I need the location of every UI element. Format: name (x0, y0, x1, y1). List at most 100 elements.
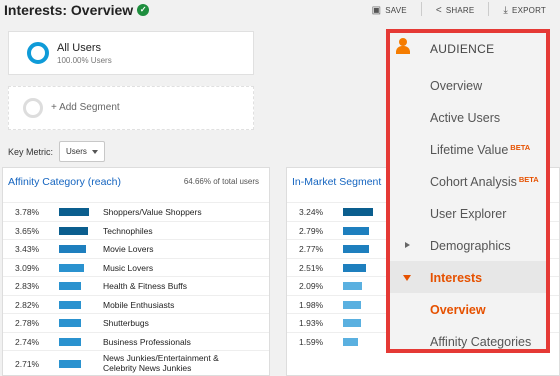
row-percent: 3.24% (299, 207, 324, 217)
row-bar (343, 245, 369, 253)
table-row[interactable]: 3.65% Technophiles (3, 220, 269, 240)
table-row[interactable]: 2.74% Business Professionals (3, 331, 269, 351)
affinity-panel: Affinity Category (reach) 64.66% of tota… (2, 167, 270, 376)
chevron-down-icon (92, 150, 98, 154)
beta-badge: BETA (518, 175, 539, 184)
menu-item-text: Interests (430, 271, 483, 285)
menu-item-label: Demographics (430, 239, 511, 253)
empty-segment-icon (23, 98, 43, 118)
row-percent: 2.78% (15, 318, 40, 328)
menu-item-text: User Explorer (430, 207, 507, 221)
row-percent: 2.09% (299, 281, 324, 291)
row-label[interactable]: Business Professionals (103, 337, 191, 347)
row-percent: 2.71% (15, 359, 40, 369)
row-bar (343, 319, 361, 327)
audience-header[interactable]: AUDIENCE (390, 33, 546, 65)
row-percent: 2.74% (15, 336, 40, 347)
share-button[interactable]: < SHARE (436, 4, 475, 16)
menu-item[interactable]: Demographics (390, 229, 546, 261)
table-row[interactable]: 2.71% News Junkies/Entertainment & Celebr… (3, 350, 269, 376)
menu-item-label: Active Users (430, 111, 500, 125)
menu-item-label: Cohort Analysis BETA (430, 175, 539, 189)
menu-item-label: User Explorer (430, 207, 506, 221)
menu-item[interactable]: Affinity Categories (390, 325, 546, 357)
row-label[interactable]: Health & Fitness Buffs (103, 281, 187, 291)
row-percent: 1.59% (299, 336, 324, 347)
row-bar (343, 282, 363, 290)
in-market-title[interactable]: In-Market Segment (292, 176, 381, 188)
chevron-down-icon (403, 275, 411, 281)
row-percent: 2.51% (299, 262, 324, 273)
row-percent: 1.93% (299, 318, 324, 328)
row-label[interactable]: Technophiles (103, 226, 153, 236)
menu-item[interactable]: Active Users (390, 101, 546, 133)
audience-menu-items: Overview Active Users Lifetime Value BETA Co… (390, 69, 546, 357)
beta-badge: BETA (510, 143, 531, 152)
row-percent: 3.65% (15, 225, 40, 236)
row-bar (343, 337, 358, 346)
table-row[interactable]: 2.82% Mobile Enthusiasts (3, 294, 269, 314)
table-row[interactable]: 3.78% Shoppers/Value Shoppers (3, 202, 269, 221)
save-label: SAVE (385, 5, 407, 15)
row-percent: 3.78% (15, 207, 40, 217)
divider (488, 2, 490, 16)
menu-item-text: Cohort Analysis (430, 175, 517, 189)
row-bar (59, 208, 89, 216)
menu-item[interactable]: Overview (390, 293, 546, 325)
menu-item[interactable]: Cohort Analysis BETA (390, 165, 546, 197)
row-bar (343, 263, 367, 272)
export-icon: ⤓ (503, 4, 509, 16)
verified-check-icon: ✓ (137, 4, 150, 16)
affinity-rows: 3.78% Shoppers/Value Shoppers 3.65% Technop… (3, 202, 269, 376)
menu-item[interactable]: User Explorer (390, 197, 546, 229)
table-row[interactable]: 2.78% Shutterbugs (3, 313, 269, 332)
row-percent: 2.77% (299, 244, 324, 254)
menu-item-text: Active Users (430, 111, 501, 125)
affinity-subtitle: 64.66% of total users (183, 177, 259, 186)
chevron-right-icon (405, 242, 410, 248)
save-button[interactable]: ▣ SAVE (372, 4, 407, 16)
row-bar (59, 319, 82, 327)
export-button[interactable]: ⤓ EXPORT (503, 4, 546, 16)
row-percent: 2.83% (15, 281, 40, 291)
menu-item-label: Overview (430, 79, 482, 93)
row-label[interactable]: Mobile Enthusiasts (103, 300, 174, 310)
menu-item-label: Interests (430, 271, 482, 285)
segment-share: 100.00% Users (57, 56, 112, 65)
row-label[interactable]: Shutterbugs (103, 318, 149, 328)
affinity-title[interactable]: Affinity Category (reach) (8, 176, 121, 188)
segment-ring-icon (27, 42, 49, 64)
add-segment-label: + Add Segment (51, 102, 120, 113)
share-label: SHARE (445, 5, 475, 15)
row-label[interactable]: Shoppers/Value Shoppers (103, 207, 202, 217)
row-bar (59, 263, 84, 272)
menu-item[interactable]: Interests (390, 261, 546, 293)
page-title: Interests: Overview ✓ (4, 2, 150, 18)
menu-item[interactable]: Lifetime Value BETA (390, 133, 546, 165)
add-segment-button[interactable]: + Add Segment (8, 86, 254, 130)
key-metric-value: Users (66, 147, 87, 156)
row-percent: 1.98% (299, 299, 324, 310)
divider (420, 2, 422, 16)
table-row[interactable]: 3.43% Movie Lovers (3, 239, 269, 258)
menu-item-label: Lifetime Value BETA (430, 143, 530, 157)
save-icon: ▣ (371, 4, 382, 16)
key-metric-select[interactable]: Users (59, 141, 105, 162)
report-actions: ▣ SAVE < SHARE ⤓ EXPORT (372, 2, 546, 16)
table-row[interactable]: 2.83% Health & Fitness Buffs (3, 276, 269, 295)
menu-item-text: Lifetime Value (430, 143, 509, 157)
row-label[interactable]: Movie Lovers (103, 244, 154, 254)
row-label[interactable]: Music Lovers (103, 263, 153, 273)
row-percent: 2.82% (15, 299, 40, 310)
row-label[interactable]: News Junkies/Entertainment & Celebrity N… (103, 353, 243, 373)
row-bar (59, 282, 82, 290)
menu-item-label: Affinity Categories (430, 335, 531, 349)
table-row[interactable]: 3.09% Music Lovers (3, 257, 269, 277)
segment-all-users[interactable]: All Users 100.00% Users (8, 31, 254, 75)
menu-item[interactable]: Overview (390, 69, 546, 101)
key-metric-label: Key Metric: (8, 147, 54, 157)
row-bar (59, 300, 82, 309)
audience-title: AUDIENCE (430, 42, 495, 56)
row-bar (59, 337, 81, 346)
menu-item-label: Overview (430, 303, 486, 317)
